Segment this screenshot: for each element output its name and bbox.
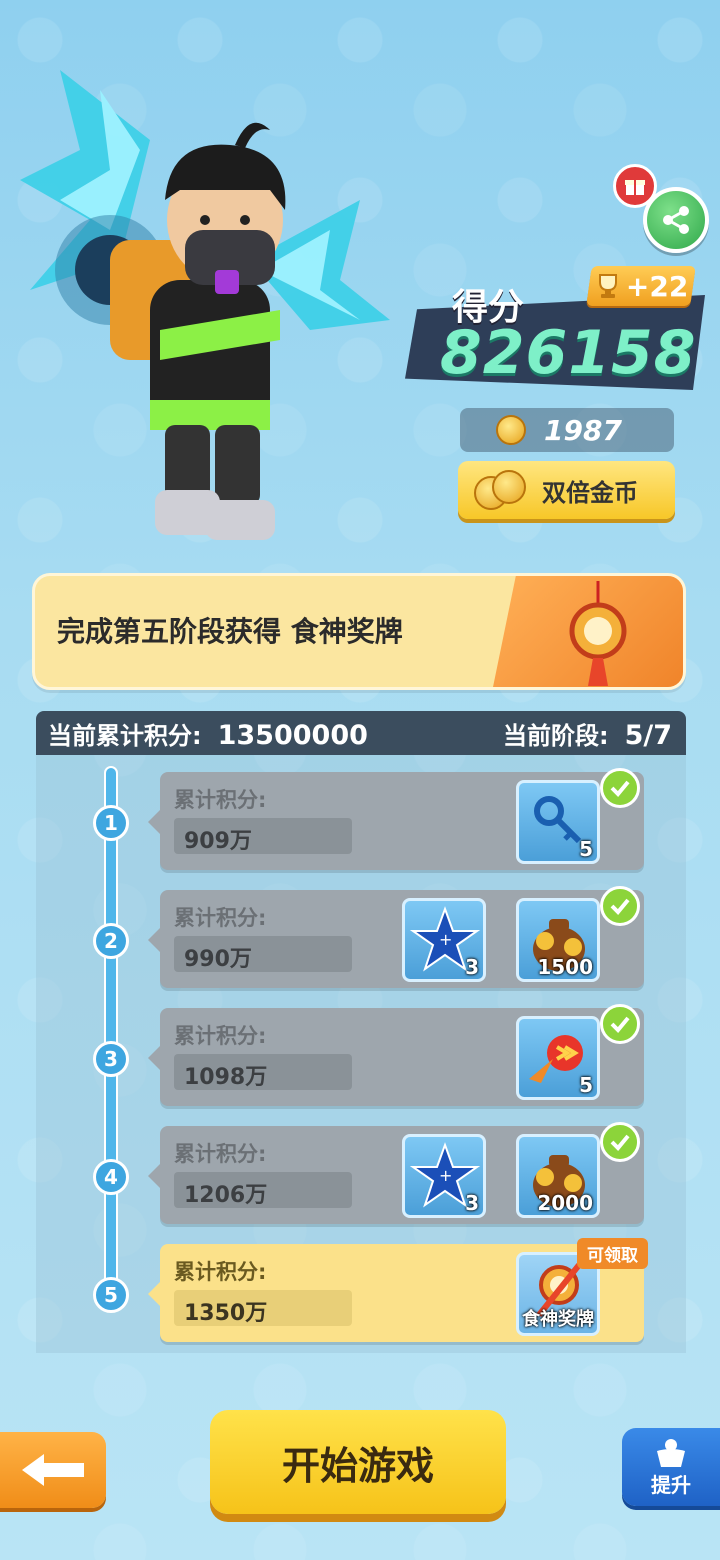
- trophy-bonus-value: +22: [625, 269, 689, 303]
- medal-icon: [569, 581, 627, 686]
- upgrade-label: 提升: [651, 1472, 691, 1497]
- stage-row-3: 累计积分: 1098万 5: [148, 1004, 644, 1106]
- reward-fire-boost[interactable]: 5: [516, 1016, 600, 1100]
- claimed-check-icon: [600, 886, 640, 926]
- reward-count: 5: [579, 837, 593, 861]
- player-character: [20, 70, 390, 540]
- stage-node-1: 1: [93, 805, 129, 841]
- reward-coin-bag[interactable]: 1500: [516, 898, 600, 982]
- coins-display: 1987: [460, 408, 674, 452]
- gift-icon: [625, 180, 645, 195]
- reward-keys[interactable]: 5: [516, 780, 600, 864]
- stage-reward-banner: 完成第五阶段获得 食神奖牌: [32, 573, 686, 690]
- share-button[interactable]: [643, 187, 709, 253]
- score-value: 826158: [440, 318, 697, 388]
- total-score-value: 13500000: [217, 719, 368, 751]
- reward-count: 3: [465, 1191, 479, 1215]
- upgrade-button[interactable]: 提升: [622, 1428, 720, 1506]
- total-score-label: 当前累计积分:: [48, 721, 202, 750]
- stage-row-value: 1206万: [174, 1172, 352, 1208]
- share-icon: [663, 206, 689, 234]
- stage-node-2: 2: [93, 923, 129, 959]
- stage-row-value: 909万: [174, 818, 352, 854]
- svg-text:+: +: [439, 1166, 452, 1185]
- coins-value: 1987: [544, 413, 622, 447]
- double-coins-button[interactable]: 双倍金币: [458, 461, 675, 519]
- reward-count: 2000: [537, 1191, 593, 1215]
- claimed-check-icon: [600, 1004, 640, 1044]
- medal-area: [493, 576, 683, 687]
- progress-track-line: [104, 766, 118, 1306]
- stage-node-3: 3: [93, 1041, 129, 1077]
- coin-icon: [496, 415, 526, 445]
- stage-row-value: 1350万: [174, 1290, 352, 1326]
- trophy-icon: [598, 274, 617, 298]
- coin-stack-icon: [474, 470, 530, 510]
- claimed-check-icon: [600, 768, 640, 808]
- stage-row-value: 1098万: [174, 1054, 352, 1090]
- stage-node-5: 5: [93, 1277, 129, 1313]
- stage-row-value: 990万: [174, 936, 352, 972]
- start-game-button[interactable]: 开始游戏: [210, 1410, 506, 1514]
- stage-reward-text: 完成第五阶段获得 食神奖牌: [57, 615, 403, 648]
- svg-text:+: +: [439, 930, 452, 949]
- current-stage-value: 5/7: [624, 719, 672, 751]
- reward-count: 1500: [537, 955, 593, 979]
- trophy-bonus-badge: +22: [586, 266, 696, 306]
- back-arrow-icon: [22, 1454, 84, 1486]
- reward-name: 食神奖牌: [522, 1309, 594, 1330]
- reward-count: 3: [465, 955, 479, 979]
- claimable-tag: 可领取: [577, 1238, 648, 1269]
- reward-coin-bag[interactable]: 2000: [516, 1134, 600, 1218]
- stage-node-4: 4: [93, 1159, 129, 1195]
- stage-row-label: 累计积分:: [174, 788, 267, 812]
- reward-count: 5: [579, 1073, 593, 1097]
- stage-row-5[interactable]: 累计积分: 1350万 食神奖牌 可领取: [148, 1238, 648, 1342]
- current-stage-label: 当前阶段:: [502, 721, 609, 750]
- reward-star[interactable]: + 3: [402, 898, 486, 982]
- stage-row-label: 累计积分:: [174, 1142, 267, 1166]
- stage-row-2: 累计积分: 990万 + 3 1500: [148, 886, 644, 988]
- reward-star[interactable]: + 3: [402, 1134, 486, 1218]
- stage-row-1: 累计积分: 909万 5: [148, 768, 644, 870]
- stage-row-label: 累计积分:: [174, 1024, 267, 1048]
- back-button[interactable]: [0, 1432, 106, 1508]
- stage-row-4: 累计积分: 1206万 + 3 2000: [148, 1122, 644, 1224]
- muscle-icon: [657, 1438, 685, 1467]
- double-coins-label: 双倍金币: [542, 478, 638, 507]
- stage-row-label: 累计积分:: [174, 906, 267, 930]
- claimed-check-icon: [600, 1122, 640, 1162]
- stage-row-label: 累计积分:: [174, 1260, 267, 1284]
- progress-header: 当前累计积分: 13500000 当前阶段: 5/7: [36, 711, 686, 755]
